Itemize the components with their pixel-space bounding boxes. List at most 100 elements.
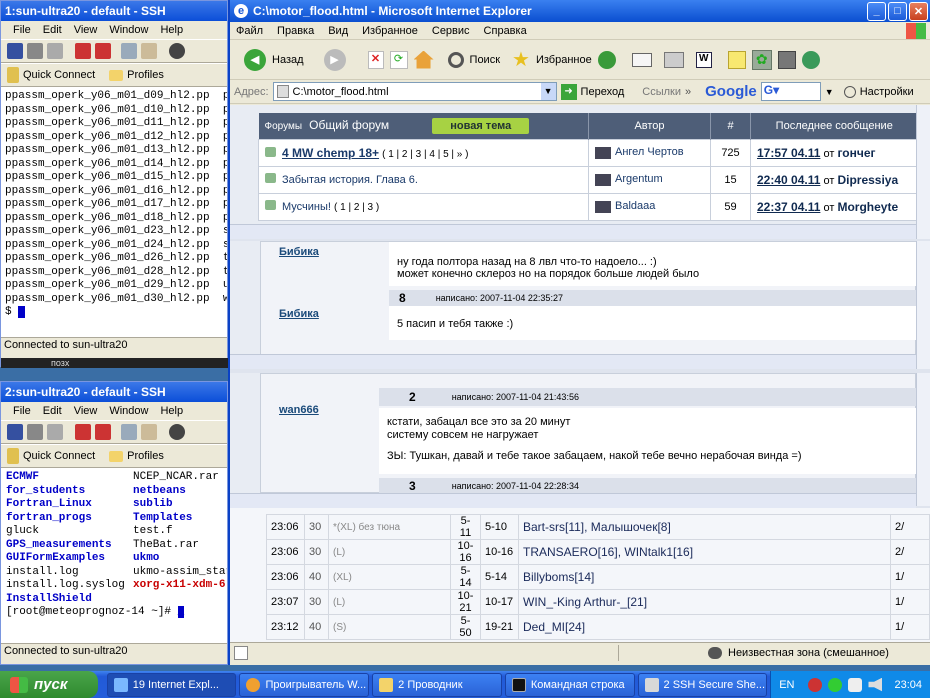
maximize-button[interactable]: □ xyxy=(888,1,907,21)
last-user[interactable]: Dipressiya xyxy=(837,173,898,187)
search-button[interactable]: Поиск xyxy=(470,54,500,66)
icq-icon[interactable]: ✿ xyxy=(751,49,772,70)
ssh-window-2[interactable]: 2:sun-ultra20 - default - SSH File Edit Vi… xyxy=(0,381,228,665)
print-icon[interactable] xyxy=(663,51,684,68)
find-icon[interactable] xyxy=(169,43,185,59)
ie-menu-tools[interactable]: Сервис xyxy=(432,25,470,37)
messenger-icon[interactable] xyxy=(801,50,820,69)
topic-row[interactable]: Забытая история. Глава 6. Argentum 15 22:4… xyxy=(258,165,918,194)
menu-file[interactable]: File xyxy=(13,405,31,417)
connect-icon[interactable] xyxy=(75,43,91,59)
language-indicator[interactable]: EN xyxy=(779,679,794,691)
topic-author[interactable]: Ангел Чертов xyxy=(615,146,684,158)
back-icon[interactable]: ◀ xyxy=(244,48,266,71)
game-row[interactable]: 23:12 40 (S) 5-50 19-21 Ded_MI[24] 1/ xyxy=(266,614,930,640)
disconnect-icon[interactable] xyxy=(95,424,111,440)
start-button[interactable]: пуск xyxy=(0,671,98,698)
post-author[interactable]: wan666 xyxy=(279,404,319,416)
menu-edit[interactable]: Edit xyxy=(43,405,62,417)
last-user[interactable]: гончег xyxy=(837,146,875,160)
topic-author[interactable]: Baldaaa xyxy=(615,200,655,212)
taskbar-item-player[interactable]: Проигрыватель W... xyxy=(239,672,370,697)
tray-icon[interactable] xyxy=(848,677,863,692)
copy-icon[interactable] xyxy=(121,424,137,440)
address-dropdown-icon[interactable]: ▼ xyxy=(540,83,556,100)
topic-author[interactable]: Argentum xyxy=(615,173,663,185)
back-button[interactable]: Назад xyxy=(272,54,304,66)
refresh-icon[interactable]: ⟳ xyxy=(389,50,408,69)
links-chevron-icon[interactable]: » xyxy=(685,86,691,98)
history-icon[interactable] xyxy=(597,50,616,69)
google-dropdown-icon[interactable]: ▼ xyxy=(825,87,834,97)
taskbar-item-ssh[interactable]: 2 SSH Secure She... xyxy=(637,672,768,697)
print-icon[interactable] xyxy=(27,43,43,59)
breadcrumb[interactable]: Форумы xyxy=(265,121,303,132)
topic-row[interactable]: 4 MW chemp 18+ ( 1 | 2 | 3 | 4 | 5 | » )… xyxy=(258,138,918,167)
menu-help[interactable]: Help xyxy=(160,24,183,36)
profiles-button[interactable]: Profiles xyxy=(127,450,164,462)
connect-icon[interactable] xyxy=(75,424,91,440)
google-search-input[interactable]: G▾ xyxy=(760,82,821,101)
new-topic-button[interactable]: новая тема xyxy=(432,117,530,134)
game-players[interactable]: WIN_-King Arthur-_[21] xyxy=(518,589,891,615)
game-players[interactable]: Ded_MI[24] xyxy=(518,614,891,640)
game-row[interactable]: 23:06 40 (XL) 5-14 5-14 Billyboms[14] 1/ xyxy=(266,564,930,590)
ie-titlebar[interactable]: e C:\motor_flood.html - Microsoft Intern… xyxy=(230,0,930,22)
ie-menu-edit[interactable]: Правка xyxy=(277,25,314,37)
archive-icon[interactable] xyxy=(777,50,796,69)
ssh-window-1[interactable]: 1:sun-ultra20 - default - SSH File Edit Vi… xyxy=(0,0,229,368)
quick-connect-button[interactable]: Quick Connect xyxy=(23,450,95,462)
menu-window[interactable]: Window xyxy=(109,405,148,417)
ie-menu-favorites[interactable]: Избранное xyxy=(362,25,418,37)
forward-icon[interactable]: ▶ xyxy=(323,48,346,71)
posts1-hscrollbar[interactable] xyxy=(230,354,916,369)
topic-pages[interactable]: ( 1 | 2 | 3 ) xyxy=(334,202,379,213)
last-time[interactable]: 17:57 04.11 xyxy=(757,146,820,160)
minimize-button[interactable]: _ xyxy=(867,1,886,21)
menu-file[interactable]: File xyxy=(13,24,31,36)
last-time[interactable]: 22:37 04.11 xyxy=(757,200,820,214)
ssh2-titlebar[interactable]: 2:sun-ultra20 - default - SSH xyxy=(1,382,227,402)
favorites-button[interactable]: Избранное xyxy=(536,54,592,66)
game-players[interactable]: TRANSAERO[16], WINtalk1[16] xyxy=(518,539,891,565)
address-input[interactable]: C:\motor_flood.html ▼ xyxy=(272,82,557,101)
last-time[interactable]: 22:40 04.11 xyxy=(757,173,820,187)
topic-title[interactable]: Мусчины! xyxy=(282,201,331,213)
post-author[interactable]: Бибика xyxy=(279,246,319,258)
print-icon[interactable] xyxy=(27,424,43,440)
print-preview-icon[interactable] xyxy=(47,424,63,440)
game-row[interactable]: 23:06 30 (L) 10-16 10-16 TRANSAERO[16], WINta… xyxy=(266,539,930,565)
settings-button[interactable]: Настройки xyxy=(860,86,914,98)
ssh1-terminal[interactable]: ppassm_operk_y06_m01_d09_hl2.pp p ppassm_… xyxy=(1,87,227,337)
ie-menu-help[interactable]: Справка xyxy=(484,25,527,37)
posts2-hscrollbar[interactable] xyxy=(230,493,916,508)
ie-menu-file[interactable]: Файл xyxy=(236,25,263,37)
posts2-vscrollbar[interactable] xyxy=(916,373,930,506)
settings-icon[interactable] xyxy=(843,85,856,98)
note-icon[interactable] xyxy=(727,50,746,69)
word-icon[interactable]: W xyxy=(695,51,712,68)
ie-menu-view[interactable]: Вид xyxy=(328,25,348,37)
taskbar-item-ie[interactable]: 19 Internet Expl... xyxy=(106,672,237,697)
topic-row[interactable]: Мусчины! ( 1 | 2 | 3 ) Baldaaa 59 22:37 04.… xyxy=(258,192,918,221)
volume-icon[interactable] xyxy=(868,677,883,692)
print-preview-icon[interactable] xyxy=(47,43,63,59)
topic-title[interactable]: Забытая история. Глава 6. xyxy=(282,174,418,186)
save-icon[interactable] xyxy=(7,424,23,440)
menu-window[interactable]: Window xyxy=(109,24,148,36)
last-user[interactable]: Morgheyte xyxy=(837,200,898,214)
profiles-button[interactable]: Profiles xyxy=(127,69,164,81)
tray-icon[interactable] xyxy=(828,677,843,692)
tray-icon[interactable] xyxy=(808,677,823,692)
ie-window[interactable]: e C:\motor_flood.html - Microsoft Intern… xyxy=(228,0,930,665)
disconnect-icon[interactable] xyxy=(95,43,111,59)
post-author[interactable]: Бибика xyxy=(279,308,319,320)
game-players[interactable]: Bart-srs[11], Малышочек[8] xyxy=(518,514,891,540)
posts1-vscrollbar[interactable] xyxy=(916,241,930,369)
ssh2-terminal[interactable]: ECMWF for_students Fortran_Linux fortran_pr… xyxy=(1,468,227,643)
go-icon[interactable]: ➜ xyxy=(560,83,577,100)
paste-icon[interactable] xyxy=(141,424,157,440)
topic-title[interactable]: 4 MW chemp 18+ xyxy=(282,146,379,160)
ssh1-titlebar[interactable]: 1:sun-ultra20 - default - SSH xyxy=(1,1,227,21)
quick-connect-button[interactable]: Quick Connect xyxy=(23,69,95,81)
